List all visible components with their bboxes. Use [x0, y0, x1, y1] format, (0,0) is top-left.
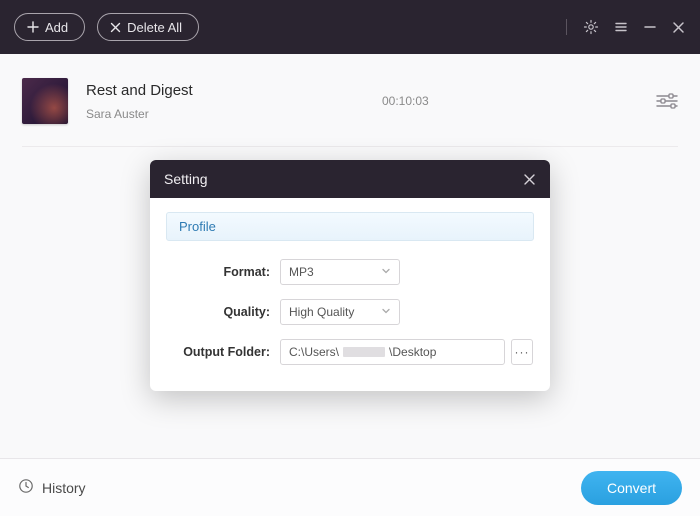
- minimize-icon[interactable]: [643, 20, 657, 34]
- modal-title: Setting: [164, 171, 208, 187]
- delete-all-button[interactable]: Delete All: [97, 13, 199, 41]
- format-label: Format:: [170, 265, 270, 279]
- track-artist: Sara Auster: [86, 107, 346, 121]
- menu-icon[interactable]: [613, 19, 629, 35]
- quality-select[interactable]: High Quality: [280, 299, 400, 325]
- format-select[interactable]: MP3: [280, 259, 400, 285]
- modal-header: Setting: [150, 160, 550, 198]
- clock-icon: [18, 478, 34, 497]
- topbar: Add Delete All: [0, 0, 700, 54]
- convert-label: Convert: [607, 480, 656, 496]
- chevron-down-icon: [381, 265, 391, 279]
- topbar-left: Add Delete All: [14, 13, 199, 41]
- output-folder-label: Output Folder:: [170, 345, 270, 359]
- settings-form: Format: MP3 Quality: High Quality: [166, 259, 534, 365]
- plus-icon: [27, 21, 39, 33]
- close-icon[interactable]: [523, 173, 536, 186]
- output-path-suffix: \Desktop: [389, 345, 436, 359]
- modal-body: Profile Format: MP3 Quality: High Qualit…: [150, 198, 550, 391]
- equalizer-icon[interactable]: [656, 93, 678, 109]
- gear-icon[interactable]: [583, 19, 599, 35]
- x-icon: [110, 22, 121, 33]
- topbar-right: [566, 19, 686, 35]
- track-row[interactable]: Rest and Digest Sara Auster 00:10:03: [22, 72, 678, 147]
- footer: History Convert: [0, 458, 700, 516]
- output-folder-field[interactable]: C:\Users\ \Desktop: [280, 339, 505, 365]
- track-info: Rest and Digest Sara Auster: [86, 82, 346, 121]
- settings-modal: Setting Profile Format: MP3 Quality: Hig…: [150, 160, 550, 391]
- quality-label: Quality:: [170, 305, 270, 319]
- add-button-label: Add: [45, 20, 68, 35]
- redacted-segment: [343, 347, 385, 357]
- close-icon[interactable]: [671, 20, 686, 35]
- quality-value: High Quality: [289, 305, 354, 319]
- track-duration: 00:10:03: [382, 94, 429, 108]
- output-path-prefix: C:\Users\: [289, 345, 339, 359]
- history-button[interactable]: History: [18, 478, 86, 497]
- track-thumbnail: [22, 78, 68, 124]
- track-title: Rest and Digest: [86, 82, 346, 99]
- add-button[interactable]: Add: [14, 13, 85, 41]
- browse-button[interactable]: ···: [511, 339, 533, 365]
- profile-section-header: Profile: [166, 212, 534, 241]
- delete-all-label: Delete All: [127, 20, 182, 35]
- divider: [566, 19, 567, 35]
- content-area: Rest and Digest Sara Auster 00:10:03: [0, 54, 700, 165]
- format-value: MP3: [289, 265, 314, 279]
- convert-button[interactable]: Convert: [581, 471, 682, 505]
- history-label: History: [42, 480, 86, 496]
- chevron-down-icon: [381, 305, 391, 319]
- more-label: ···: [515, 345, 530, 359]
